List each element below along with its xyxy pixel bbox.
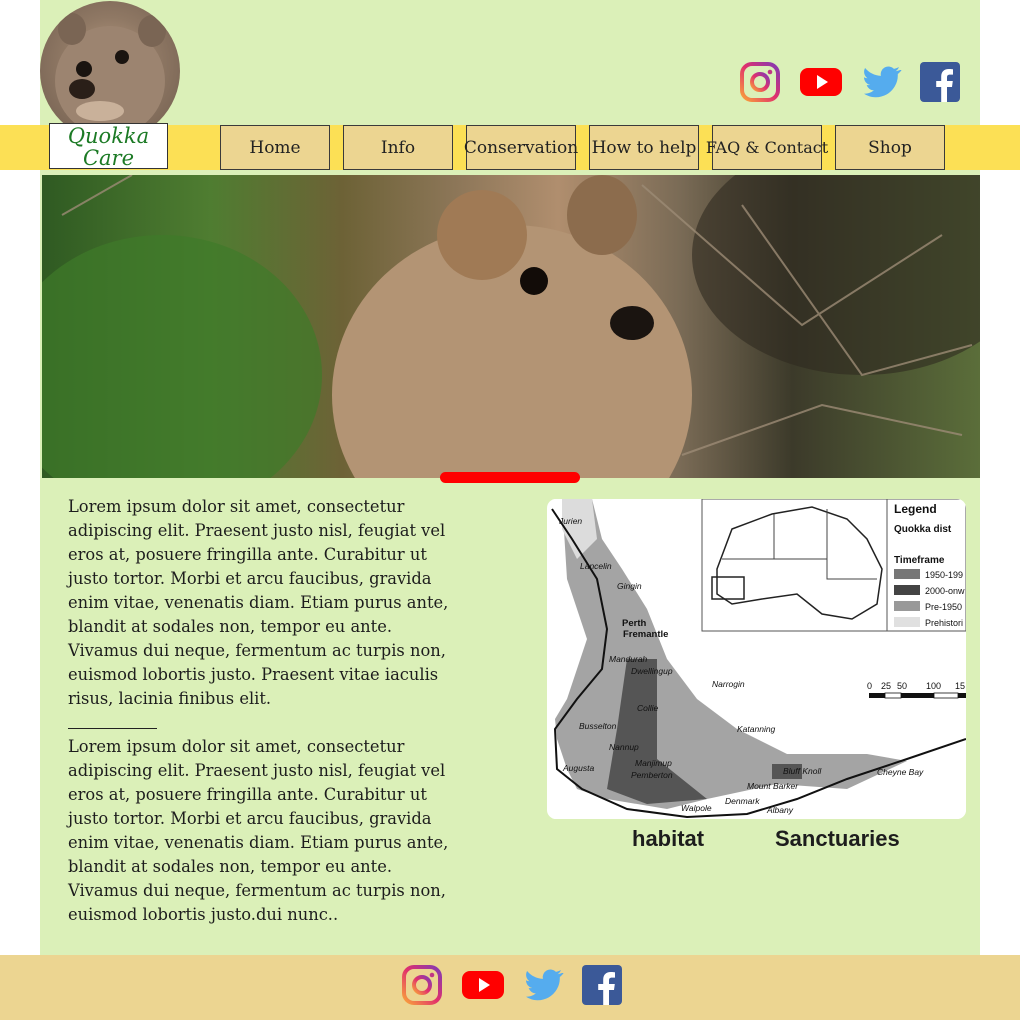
facebook-icon[interactable] [920, 62, 960, 102]
carousel-indicator[interactable] [440, 472, 580, 483]
scale-label-150: 15 [955, 681, 965, 691]
nav-how-to-help-button[interactable]: How to help [589, 125, 699, 170]
place-jurien: Jurien [558, 516, 582, 526]
social-links-footer [402, 965, 622, 1005]
logo-line-2: Care [82, 146, 135, 170]
map-legend-subtitle: Quokka dist [894, 524, 952, 535]
nav-shop-button[interactable]: Shop [835, 125, 945, 170]
youtube-icon[interactable] [798, 62, 844, 102]
place-denmark: Denmark [725, 796, 760, 806]
habitat-link[interactable]: habitat [632, 826, 704, 852]
place-katanning: Katanning [737, 724, 776, 734]
text-divider [68, 728, 157, 729]
nav-home-button[interactable]: Home [220, 125, 330, 170]
place-albany: Albany [766, 805, 794, 815]
instagram-icon[interactable] [740, 62, 780, 102]
site-logo[interactable]: Quokka Care [49, 123, 168, 169]
place-mount-barker: Mount Barker [747, 781, 799, 791]
map-legend-item-2: 2000-onw [925, 586, 965, 596]
place-manjimup: Manjimup [635, 758, 672, 768]
map-legend-item-1: 1950-199 [925, 570, 963, 580]
map-timeframe-label: Timeframe [894, 555, 945, 566]
map-legend-item-4: Prehistori [925, 618, 963, 628]
content-paragraph-2: Lorem ipsum dolor sit amet, consectetur … [68, 737, 449, 924]
content-paragraph-1: Lorem ipsum dolor sit amet, consectetur … [68, 497, 449, 708]
logo-line-1: Quokka [67, 124, 150, 148]
place-fremantle: Fremantle [623, 629, 668, 640]
scale-label-0: 0 [867, 681, 872, 691]
nav-info-button[interactable]: Info [343, 125, 453, 170]
sanctuaries-link[interactable]: Sanctuaries [775, 826, 900, 852]
map-legend-item-3: Pre-1950 [925, 602, 962, 612]
place-augusta: Augusta [562, 763, 594, 773]
twitter-icon[interactable] [524, 965, 564, 1005]
scale-label-50: 50 [897, 681, 907, 691]
place-gingin: Gingin [617, 581, 642, 591]
social-links-top [740, 62, 960, 102]
instagram-icon[interactable] [402, 965, 442, 1005]
map-legend-title: Legend [894, 502, 937, 516]
place-collie: Collie [637, 703, 659, 713]
place-busselton: Busselton [579, 721, 617, 731]
hero-image [42, 175, 980, 478]
place-bluff-knoll: Bluff Knoll [783, 766, 822, 776]
place-nannup: Nannup [609, 742, 639, 752]
facebook-icon[interactable] [582, 965, 622, 1005]
place-lancelin: Lancelin [580, 561, 612, 571]
scale-label-100: 100 [926, 681, 941, 691]
scale-label-25: 25 [881, 681, 891, 691]
place-cheyne-bay: Cheyne Bay [877, 767, 924, 777]
youtube-icon[interactable] [460, 965, 506, 1005]
quokka-distribution-map: Legend Quokka dist Timeframe 1950-199 20… [547, 499, 966, 819]
place-mandurah: Mandurah [609, 654, 648, 664]
place-pemberton: Pemberton [631, 770, 673, 780]
place-narrogin: Narrogin [712, 679, 745, 689]
place-dwellingup: Dwellingup [631, 666, 673, 676]
place-perth: Perth [622, 618, 646, 629]
nav-faq-contact-button[interactable]: FAQ & Contact [706, 125, 828, 170]
place-walpole: Walpole [681, 803, 712, 813]
nav-conservation-button[interactable]: Conservation [464, 125, 578, 170]
twitter-icon[interactable] [862, 62, 902, 102]
quokka-avatar [40, 1, 180, 141]
